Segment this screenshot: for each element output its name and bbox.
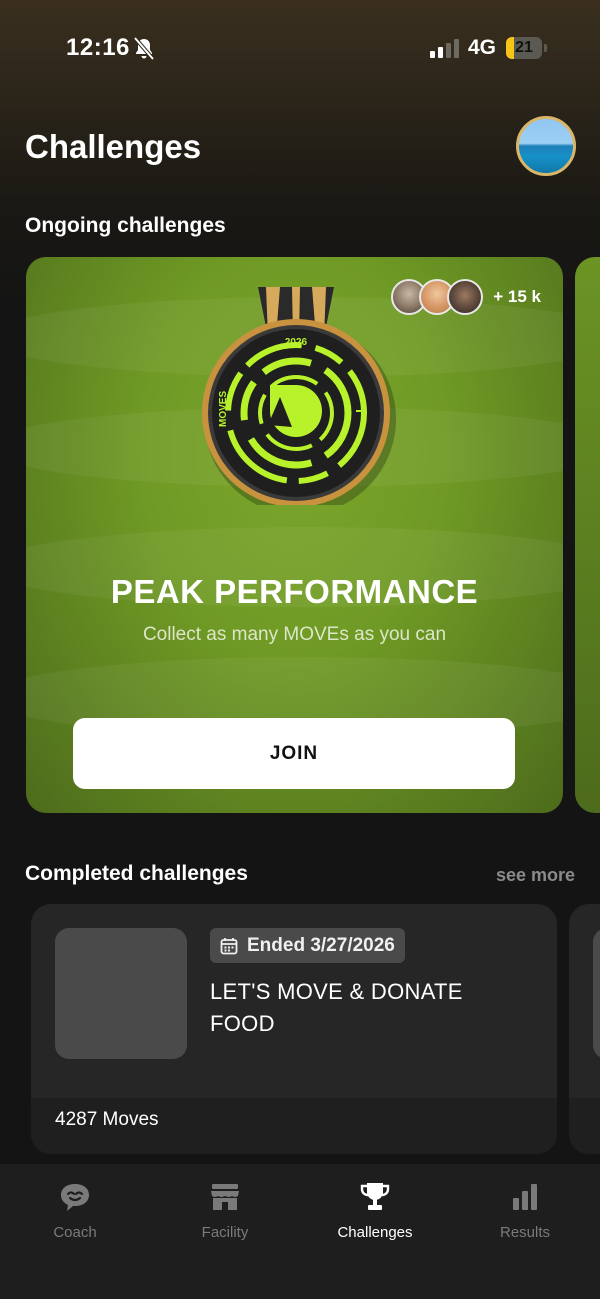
tab-label: Challenges — [337, 1224, 413, 1241]
trophy-icon — [360, 1183, 390, 1210]
tab-challenges[interactable]: Challenges — [300, 1164, 450, 1274]
medal-year: 2026 — [285, 337, 308, 348]
bell-muted-icon — [133, 36, 155, 61]
battery-level: 21 — [515, 39, 533, 56]
tab-label: Coach — [53, 1224, 97, 1241]
tab-facility[interactable]: Facility — [150, 1164, 300, 1274]
challenge-title: PEAK PERFORMANCE — [110, 573, 479, 610]
completed-moves: 4287 Moves — [55, 1109, 159, 1130]
participants-group: + 15 k — [391, 279, 541, 315]
screen: 12:16 4G 21 Challenges Ongoing challenge… — [0, 0, 600, 1299]
completed-challenge-title: LET'S MOVE & DONATE FOOD — [210, 979, 463, 1036]
network-label: 4G — [468, 36, 497, 59]
calendar-icon — [220, 937, 238, 954]
tab-results[interactable]: Results — [450, 1164, 600, 1274]
ended-badge: Ended 3/27/2026 — [210, 928, 405, 963]
completed-section-title: Completed challenges — [25, 862, 248, 885]
ongoing-section-title: Ongoing challenges — [25, 214, 226, 237]
participant-count: + 15 k — [493, 287, 541, 306]
tab-coach[interactable]: Coach — [0, 1164, 150, 1274]
challenge-subtitle: Collect as many MOVEs as you can — [142, 624, 447, 645]
medal-icon: 2026 MOVES — [202, 287, 396, 505]
join-button[interactable]: JOIN — [73, 718, 515, 789]
signal-icon — [430, 39, 459, 58]
medal-brand: MOVES — [218, 391, 229, 427]
profile-avatar[interactable] — [516, 116, 576, 176]
bar-chart-icon — [513, 1184, 537, 1210]
completed-challenge-card[interactable]: Ended 3/27/2026 LET'S MOVE & DONATE FOOD… — [31, 904, 557, 1154]
ongoing-challenge-card[interactable]: + 15 k 2026 MOVES PEAK PERFORMANCE Colle… — [26, 257, 563, 813]
chat-bubble-icon — [61, 1184, 89, 1211]
tab-label: Results — [499, 1224, 551, 1241]
see-more-link[interactable]: see more — [496, 865, 575, 886]
completed-card-footer: 4287 Moves — [31, 1098, 557, 1154]
page-title: Challenges — [25, 128, 202, 165]
status-bar: 12:16 4G 21 — [0, 0, 600, 100]
next-completed-card-peek[interactable] — [569, 904, 600, 1154]
status-time: 12:16 — [66, 34, 130, 61]
ended-date: Ended 3/27/2026 — [247, 934, 395, 956]
storefront-icon — [211, 1184, 239, 1210]
participant-avatar — [447, 279, 484, 315]
tab-bar: Coach Facility Challenges Results — [0, 1164, 600, 1299]
battery-icon: 21 — [506, 37, 547, 59]
challenge-thumbnail — [55, 928, 187, 1059]
next-challenge-card-peek[interactable] — [575, 257, 600, 813]
tab-label: Facility — [201, 1224, 249, 1241]
